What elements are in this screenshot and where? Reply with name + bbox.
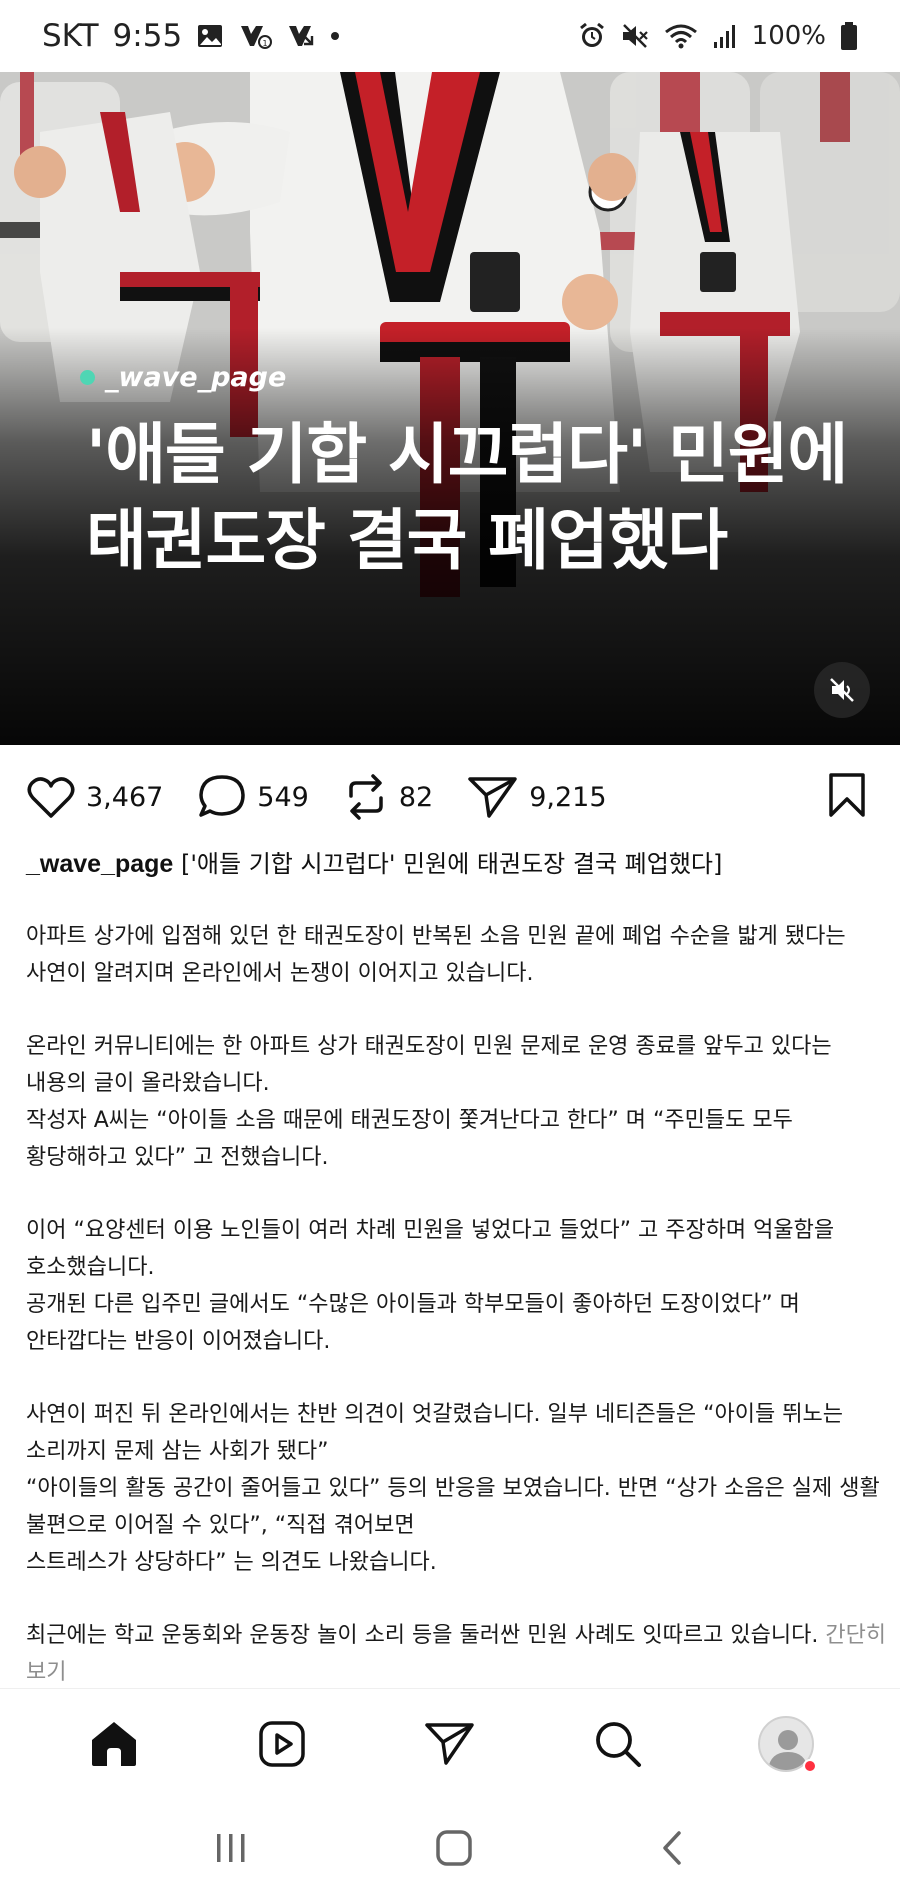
alarm-icon: [578, 22, 606, 50]
collapse-link[interactable]: 간단히: [825, 1623, 886, 1648]
repost-count: 82: [398, 781, 434, 813]
text-line: 호소했습니다.: [26, 1255, 155, 1280]
call-icon: 1: [238, 22, 273, 50]
reels-icon: [259, 1720, 305, 1767]
system-nav: [0, 1800, 900, 1900]
nav-search[interactable]: [583, 1709, 653, 1779]
status-bar: SKT 9:55 1 100%: [0, 0, 900, 72]
like-button[interactable]: 3,467: [26, 774, 163, 820]
signal-icon: [712, 22, 738, 50]
text-line: 소리까지 문제 삼는 사회가 됐다”: [26, 1439, 329, 1464]
share-button[interactable]: 9,215: [467, 774, 607, 820]
status-left: SKT 9:55 1: [42, 18, 340, 54]
status-right: 100%: [578, 21, 858, 51]
send-icon: [425, 1722, 474, 1765]
home-system-button[interactable]: [434, 1828, 474, 1872]
paragraph-3: 이어 “요양센터 이용 노인들이 여러 차례 민원을 넣었다고 들었다” 고 주…: [26, 1212, 876, 1360]
carrier-label: SKT: [42, 18, 99, 54]
hero-handle: _wave_page: [80, 362, 286, 393]
text-line: 이어 “요양센터 이용 노인들이 여러 차례 민원을 넣었다고 들었다” 고 주…: [26, 1218, 835, 1243]
missed-call-icon: [286, 22, 316, 50]
bookmark-button[interactable]: [826, 771, 868, 823]
speaker-muted-icon: [830, 678, 854, 702]
bookmark-icon: [829, 773, 865, 817]
clock: 9:55: [112, 18, 183, 54]
handle-dot-icon: [80, 370, 95, 385]
search-icon: [596, 1721, 641, 1767]
hero-handle-label: _wave_page: [105, 362, 287, 393]
text-line: 작성자 A씨는 “아이들 소음 때문에 태권도장이 쫓겨난다고 한다” 며 “주…: [26, 1108, 793, 1133]
hero-title-line2: 태권도장 결국 폐업했다: [86, 502, 728, 579]
svg-text:1: 1: [263, 39, 268, 48]
mute-toggle-button[interactable]: [814, 662, 870, 718]
nav-reels[interactable]: [247, 1709, 317, 1779]
post-actions: 3,467 549 82 9,215: [0, 766, 900, 828]
last-paragraph-text: 최근에는 학교 운동회와 운동장 놀이 소리 등을 둘러싼 민원 사례도 잇따르…: [26, 1623, 819, 1648]
send-icon: [468, 777, 517, 818]
home-icon: [92, 1721, 136, 1766]
back-button[interactable]: [657, 1828, 689, 1872]
comment-icon: [199, 775, 246, 817]
text-line: 아파트 상가에 입점해 있던 한 태권도장이 반복된 소음 민원 끝에 폐업 수…: [26, 924, 846, 949]
heart-icon: [27, 777, 75, 818]
paragraph-1: 아파트 상가에 입점해 있던 한 태권도장이 반복된 소음 민원 끝에 폐업 수…: [26, 918, 876, 992]
nav-home[interactable]: [79, 1709, 149, 1779]
paragraph-2: 온라인 커뮤니티에는 한 아파트 상가 태권도장이 민원 문제로 운영 종료를 …: [26, 1028, 876, 1176]
mute-icon: [620, 22, 650, 50]
hero-gradient: [0, 72, 900, 745]
text-line: 안타깝다는 반응이 이어졌습니다.: [26, 1329, 331, 1354]
recent-apps-button[interactable]: [211, 1830, 251, 1870]
text-line: 보기: [26, 1654, 876, 1691]
caption-username[interactable]: _wave_page: [26, 850, 173, 878]
text-line: 사연이 퍼진 뒤 온라인에서는 찬반 의견이 엇갈렸습니다. 일부 네티즌들은 …: [26, 1402, 843, 1427]
hero-title: '애들 기합 시끄럽다' 민원에 태권도장 결국 폐업했다: [86, 412, 866, 584]
repost-icon: [349, 774, 383, 820]
repost-button[interactable]: 82: [343, 772, 433, 822]
bottom-nav: [0, 1688, 900, 1798]
post-body: 아파트 상가에 입점해 있던 한 태권도장이 반복된 소음 민원 끝에 폐업 수…: [26, 918, 886, 1727]
nav-direct[interactable]: [415, 1709, 485, 1779]
caption-headline: ['애들 기합 시끄럽다' 민원에 태권도장 결국 폐업했다]: [180, 850, 723, 878]
dot-icon: [330, 31, 340, 41]
back-chevron-icon: [662, 1831, 681, 1865]
text-line: “아이들의 활동 공간이 줄어들고 있다” 등의 반응을 보였습니다. 반면 “…: [26, 1476, 880, 1501]
text-line: 최근에는 학교 운동회와 운동장 놀이 소리 등을 둘러싼 민원 사례도 잇따르…: [26, 1617, 886, 1654]
text-line: 공개된 다른 입주민 글에서도 “수많은 아이들과 학부모들이 좋아하던 도장이…: [26, 1292, 800, 1317]
battery-percent: 100%: [751, 21, 826, 51]
text-line: 스트레스가 상당하다” 는 의견도 나왔습니다.: [26, 1550, 437, 1575]
gallery-icon: [196, 23, 224, 49]
paragraph-5: 최근에는 학교 운동회와 운동장 놀이 소리 등을 둘러싼 민원 사례도 잇따르…: [26, 1617, 886, 1691]
notification-dot-icon: [803, 1758, 817, 1773]
text-line: 황당해하고 있다” 고 전했습니다.: [26, 1145, 329, 1170]
text-line: 온라인 커뮤니티에는 한 아파트 상가 태권도장이 민원 문제로 운영 종료를 …: [26, 1034, 832, 1059]
post-caption: _wave_page ['애들 기합 시끄럽다' 민원에 태권도장 결국 폐업했…: [26, 846, 876, 882]
paragraph-4: 사연이 퍼진 뒤 온라인에서는 찬반 의견이 엇갈렸습니다. 일부 네티즌들은 …: [26, 1396, 880, 1581]
text-line: 불편으로 이어질 수 있다”, “직접 겪어보면: [26, 1513, 415, 1538]
battery-icon: [840, 21, 858, 51]
recent-apps-icon: [217, 1834, 245, 1862]
share-count: 9,215: [529, 781, 607, 813]
post-hero-image[interactable]: _wave_page '애들 기합 시끄럽다' 민원에 태권도장 결국 폐업했다: [0, 72, 900, 745]
text-line: 내용의 글이 올라왔습니다.: [26, 1071, 270, 1096]
comment-button[interactable]: 549: [197, 773, 309, 821]
like-count: 3,467: [86, 781, 164, 813]
text-line: 사연이 알려지며 온라인에서 논쟁이 이어지고 있습니다.: [26, 961, 534, 986]
collapse-link-2[interactable]: 보기: [26, 1660, 66, 1685]
wifi-icon: [664, 22, 698, 50]
nav-profile[interactable]: [751, 1709, 821, 1779]
hero-title-line1: '애들 기합 시끄럽다' 민원에: [86, 416, 848, 493]
home-square-icon: [436, 1830, 472, 1866]
comment-count: 549: [257, 781, 309, 813]
